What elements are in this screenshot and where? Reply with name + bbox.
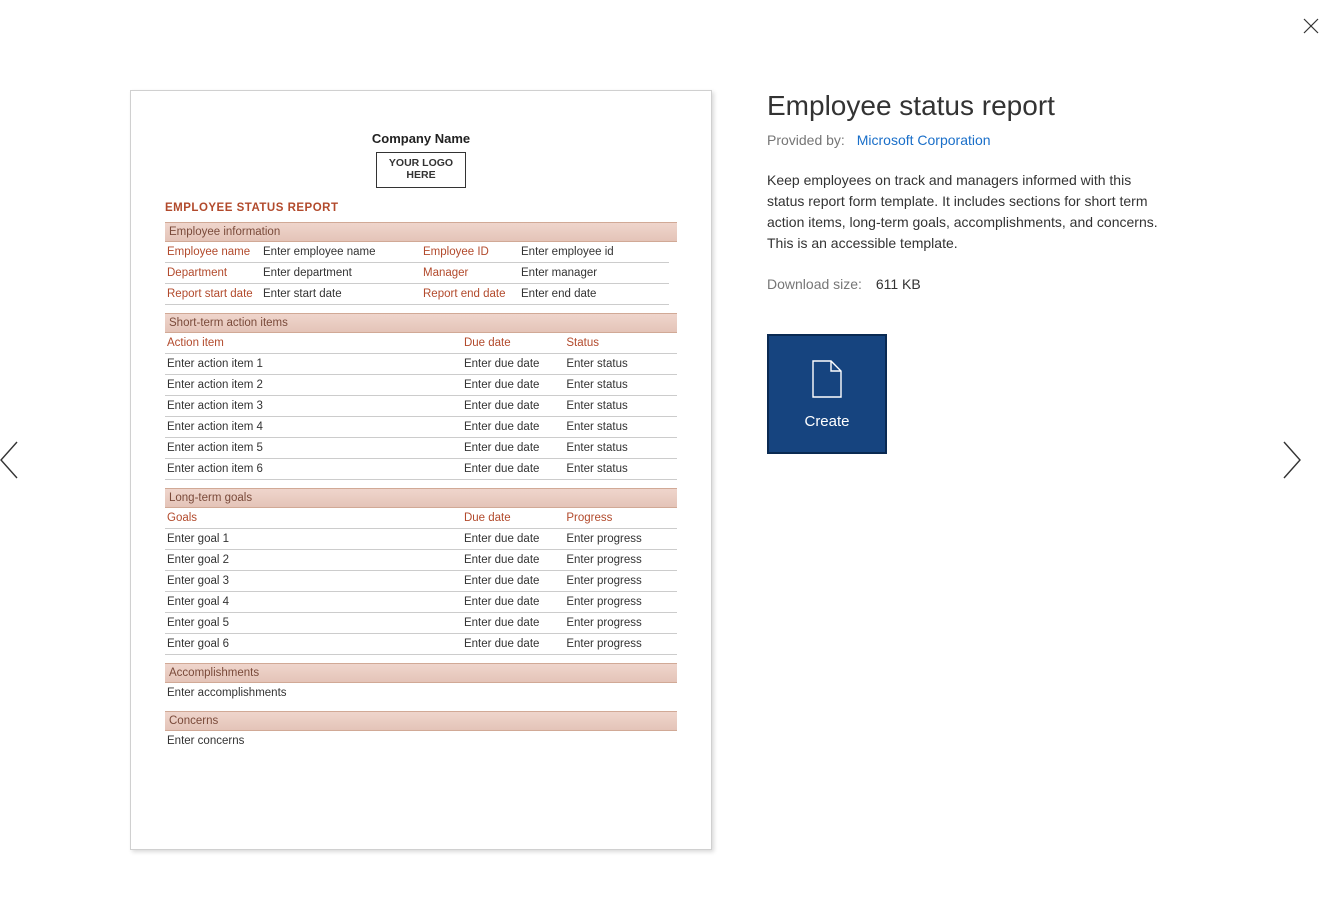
emp-name-label: Employee name: [165, 242, 261, 263]
template-description: Keep employees on track and managers inf…: [767, 170, 1167, 254]
manager-label: Manager: [421, 263, 519, 284]
table-row: Enter goal 1Enter due dateEnter progress: [165, 529, 677, 550]
table-cell: Enter status: [564, 396, 677, 417]
table-row: Enter action item 5Enter due dateEnter s…: [165, 438, 677, 459]
table-cell: Enter goal 4: [165, 592, 462, 613]
download-size-value: 611 KB: [876, 276, 921, 292]
table-cell: Enter status: [564, 459, 677, 480]
table-cell: Enter due date: [462, 375, 564, 396]
long-term-table: Goals Due date Progress Enter goal 1Ente…: [165, 508, 677, 655]
col-status: Status: [564, 333, 677, 354]
col-due-date-lt: Due date: [462, 508, 564, 529]
table-cell: Enter due date: [462, 571, 564, 592]
table-cell: Enter action item 3: [165, 396, 462, 417]
close-icon: [1303, 18, 1319, 34]
provided-by-row: Provided by: Microsoft Corporation: [767, 132, 1187, 148]
table-cell: Enter progress: [564, 529, 677, 550]
table-cell: Enter progress: [564, 571, 677, 592]
employee-info-grid: Employee name Enter employee name Employ…: [165, 242, 677, 305]
table-row: Enter goal 5Enter due dateEnter progress: [165, 613, 677, 634]
table-cell: Enter goal 6: [165, 634, 462, 655]
table-cell: Enter due date: [462, 396, 564, 417]
table-cell: Enter due date: [462, 634, 564, 655]
section-employee-info: Employee information: [165, 222, 677, 242]
table-cell: Enter progress: [564, 592, 677, 613]
dept-label: Department: [165, 263, 261, 284]
table-cell: Enter goal 2: [165, 550, 462, 571]
close-button[interactable]: [1291, 6, 1331, 46]
table-cell: Enter due date: [462, 592, 564, 613]
table-cell: Enter status: [564, 375, 677, 396]
company-name: Company Name: [165, 131, 677, 146]
table-row: Enter goal 6Enter due dateEnter progress: [165, 634, 677, 655]
table-cell: Enter progress: [564, 613, 677, 634]
table-row: Enter action item 2Enter due dateEnter s…: [165, 375, 677, 396]
template-title: Employee status report: [767, 90, 1187, 122]
table-cell: Enter action item 4: [165, 417, 462, 438]
create-button-label: Create: [804, 413, 849, 430]
table-cell: Enter progress: [564, 634, 677, 655]
short-term-table: Action item Due date Status Enter action…: [165, 333, 677, 480]
manager-value: Enter manager: [519, 263, 669, 284]
logo-placeholder: YOUR LOGO HERE: [376, 152, 466, 188]
section-short-term: Short-term action items: [165, 313, 677, 333]
emp-id-label: Employee ID: [421, 242, 519, 263]
table-cell: Enter status: [564, 417, 677, 438]
download-size-label: Download size:: [767, 276, 862, 292]
table-cell: Enter due date: [462, 529, 564, 550]
col-progress: Progress: [564, 508, 677, 529]
create-button[interactable]: Create: [767, 334, 887, 454]
table-cell: Enter action item 6: [165, 459, 462, 480]
table-cell: Enter due date: [462, 613, 564, 634]
table-row: Enter goal 2Enter due dateEnter progress: [165, 550, 677, 571]
col-action-item: Action item: [165, 333, 462, 354]
template-info-panel: Employee status report Provided by: Micr…: [767, 90, 1187, 880]
start-date-value: Enter start date: [261, 284, 421, 305]
table-cell: Enter action item 1: [165, 354, 462, 375]
document-icon: [811, 359, 843, 399]
end-date-value: Enter end date: [519, 284, 669, 305]
next-template-button[interactable]: [1271, 430, 1311, 490]
start-date-label: Report start date: [165, 284, 261, 305]
report-title: EMPLOYEE STATUS REPORT: [165, 202, 677, 214]
table-cell: Enter action item 5: [165, 438, 462, 459]
table-row: Enter action item 1Enter due dateEnter s…: [165, 354, 677, 375]
table-cell: Enter due date: [462, 354, 564, 375]
table-cell: Enter status: [564, 354, 677, 375]
table-row: Enter action item 3Enter due dateEnter s…: [165, 396, 677, 417]
table-cell: Enter due date: [462, 459, 564, 480]
col-due-date: Due date: [462, 333, 564, 354]
end-date-label: Report end date: [421, 284, 519, 305]
chevron-left-icon: [0, 436, 27, 484]
section-long-term: Long-term goals: [165, 488, 677, 508]
chevron-right-icon: [1274, 436, 1308, 484]
table-cell: Enter goal 5: [165, 613, 462, 634]
table-cell: Enter goal 1: [165, 529, 462, 550]
dept-value: Enter department: [261, 263, 421, 284]
section-accomplishments: Accomplishments: [165, 663, 677, 683]
table-cell: Enter progress: [564, 550, 677, 571]
emp-id-value: Enter employee id: [519, 242, 669, 263]
template-preview: Company Name YOUR LOGO HERE EMPLOYEE STA…: [130, 90, 712, 850]
concerns-value: Enter concerns: [165, 731, 677, 751]
download-size-row: Download size: 611 KB: [767, 276, 1187, 292]
section-concerns: Concerns: [165, 711, 677, 731]
table-cell: Enter due date: [462, 550, 564, 571]
table-cell: Enter action item 2: [165, 375, 462, 396]
table-row: Enter action item 6Enter due dateEnter s…: [165, 459, 677, 480]
accomplishments-value: Enter accomplishments: [165, 683, 677, 703]
emp-name-value: Enter employee name: [261, 242, 421, 263]
table-cell: Enter status: [564, 438, 677, 459]
table-row: Enter goal 3Enter due dateEnter progress: [165, 571, 677, 592]
table-cell: Enter due date: [462, 417, 564, 438]
provided-by-label: Provided by:: [767, 132, 845, 148]
col-goals: Goals: [165, 508, 462, 529]
table-cell: Enter due date: [462, 438, 564, 459]
provider-link[interactable]: Microsoft Corporation: [857, 132, 991, 148]
table-cell: Enter goal 3: [165, 571, 462, 592]
table-row: Enter goal 4Enter due dateEnter progress: [165, 592, 677, 613]
table-row: Enter action item 4Enter due dateEnter s…: [165, 417, 677, 438]
prev-template-button[interactable]: [0, 430, 30, 490]
